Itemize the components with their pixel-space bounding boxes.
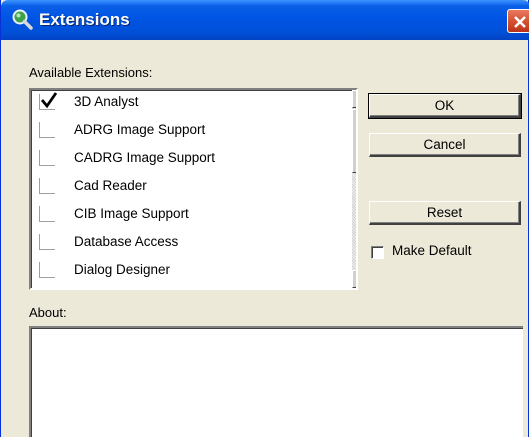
title-bar[interactable]: Extensions [1, 0, 529, 40]
extensions-dialog: Extensions Available Extensions: 3D Anal… [0, 0, 529, 437]
scroll-down-button[interactable] [352, 270, 358, 288]
about-label: About: [29, 305, 67, 320]
extension-checkbox[interactable] [39, 206, 55, 222]
scroll-thumb[interactable] [352, 109, 356, 173]
extension-label: 3D Analyst [74, 94, 139, 109]
extension-checkbox[interactable] [39, 262, 55, 278]
checkmark-icon [40, 92, 58, 109]
ok-button[interactable]: OK [368, 93, 522, 119]
list-item[interactable]: Database Access [31, 230, 339, 258]
about-textbox[interactable] [29, 326, 523, 437]
extension-checkbox[interactable] [39, 150, 55, 166]
extension-checkbox[interactable] [39, 178, 55, 194]
extension-label: Database Access [74, 234, 179, 249]
extensions-list[interactable]: 3D Analyst ADRG Image Support CADRG Imag… [29, 88, 358, 290]
arrow-down-icon [353, 271, 358, 287]
vertical-scrollbar[interactable] [352, 90, 358, 288]
close-button[interactable] [507, 9, 529, 33]
list-item[interactable]: Cad Reader [31, 174, 339, 202]
close-icon [514, 16, 526, 28]
list-item[interactable]: ADRG Image Support [31, 118, 339, 146]
extension-label: CIB Image Support [74, 206, 189, 221]
available-extensions-label: Available Extensions: [29, 65, 153, 80]
list-item[interactable]: CADRG Image Support [31, 146, 339, 174]
arrow-up-icon [353, 91, 358, 107]
list-item[interactable]: Dialog Designer [31, 258, 339, 286]
make-default-checkbox[interactable] [371, 246, 384, 259]
extension-label: CADRG Image Support [74, 150, 216, 165]
magnifier-globe-icon [12, 9, 33, 30]
list-item[interactable]: CIB Image Support [31, 202, 339, 230]
extension-label: Dialog Designer [74, 262, 171, 277]
reset-button[interactable]: Reset [369, 201, 521, 225]
list-item[interactable]: 3D Analyst [31, 90, 339, 118]
make-default-label: Make Default [392, 243, 472, 258]
scroll-up-button[interactable] [352, 90, 358, 108]
extension-checkbox[interactable] [39, 92, 58, 110]
window-title: Extensions [39, 10, 130, 29]
cancel-button[interactable]: Cancel [369, 133, 521, 157]
extension-checkbox[interactable] [39, 122, 55, 138]
extension-checkbox[interactable] [39, 234, 55, 250]
extension-label: Cad Reader [74, 178, 147, 193]
extension-label: ADRG Image Support [74, 122, 206, 137]
